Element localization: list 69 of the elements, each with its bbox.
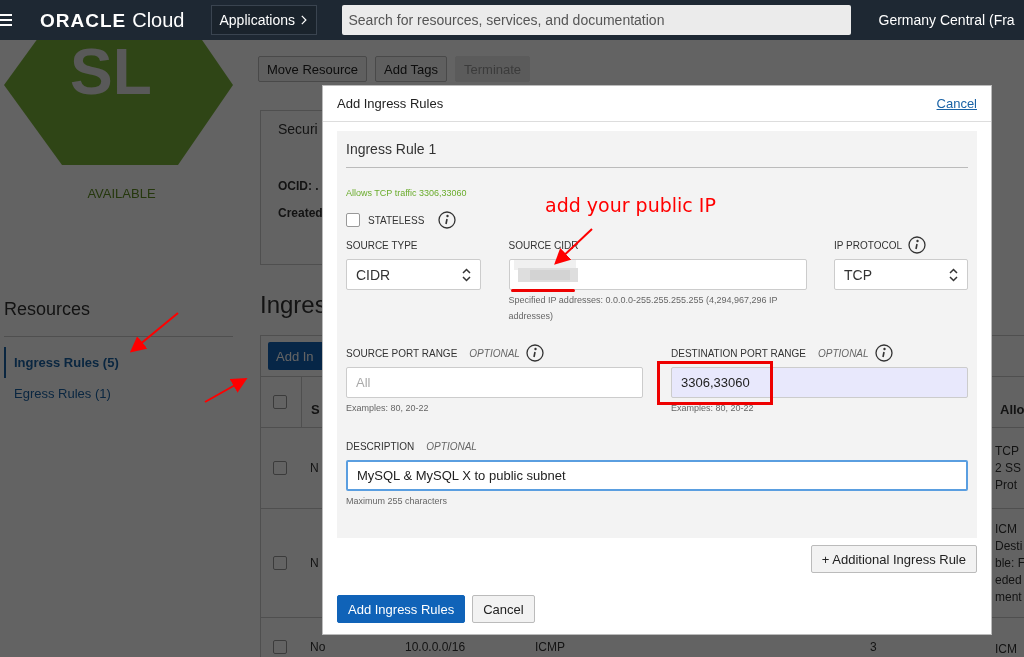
column-header: Allo: [1000, 401, 1024, 417]
resources-heading: Resources: [4, 299, 233, 337]
field-label: SOURCE PORT RANGE: [346, 347, 458, 359]
resource-initials: SL: [70, 40, 152, 104]
row-checkbox[interactable]: [273, 461, 287, 475]
cancel-button[interactable]: Cancel: [472, 595, 535, 623]
destination-port-field[interactable]: 3306,33060: [671, 367, 968, 398]
rule-summary: Allows TCP traffic 3306,33060: [346, 188, 468, 198]
menu-icon[interactable]: [0, 13, 12, 27]
ip-protocol-select[interactable]: TCP: [834, 259, 968, 290]
table-cell-line: Prot: [995, 476, 1017, 494]
logo-product: Cloud: [132, 8, 185, 32]
help-text: Specified IP addresses: 0.0.0.0-255.255.255.255 (4,294,967,296 IP addresses): [508, 294, 779, 323]
cancel-link[interactable]: Cancel: [936, 96, 977, 111]
status-label: AVAILABLE: [86, 186, 157, 201]
table-cell: ICMP: [535, 640, 565, 654]
underline-annotation: [511, 289, 575, 293]
field-label: DESCRIPTION: [346, 440, 415, 452]
table-cell: 10.0.0.0/16: [405, 640, 466, 654]
checkbox[interactable]: [273, 395, 287, 409]
table-cell-line: ICM: [995, 640, 1017, 657]
dialog-title: Add Ingress Rules: [337, 96, 444, 111]
row-checkbox[interactable]: [273, 556, 287, 570]
updown-caret-icon: [462, 267, 471, 282]
info-icon[interactable]: [438, 211, 457, 229]
table-cell-line: ble: F: [995, 554, 1024, 572]
updown-caret-icon: [949, 267, 958, 282]
source-cidr-field[interactable]: [508, 259, 807, 290]
additional-rule-button[interactable]: + Additional Ingress Rule: [810, 545, 977, 573]
field-label: SOURCE TYPE: [346, 239, 418, 251]
table-cell: No: [310, 640, 326, 654]
info-icon[interactable]: [874, 344, 893, 362]
detail-label: OCID: .: [278, 179, 319, 193]
field-label: DESTINATION PORT RANGE: [671, 347, 807, 359]
table-cell-line: eded: [995, 571, 1022, 589]
table-cell: N: [310, 556, 319, 570]
table-cell-line: ICM: [995, 520, 1017, 538]
search-field[interactable]: Search for resources, services, and documentation: [341, 5, 851, 35]
stateless-checkbox[interactable]: [346, 213, 360, 227]
column-header: S: [311, 401, 320, 417]
chevron-icon: [301, 14, 308, 26]
rule-title: Ingress Rule 1: [346, 141, 968, 168]
table-cell-line: ment: [995, 588, 1022, 606]
table-cell-line: TCP: [995, 442, 1019, 460]
card-title: Securi: [278, 121, 319, 137]
table-cell-line: 2 SS: [995, 459, 1021, 477]
detail-label: Created: [278, 206, 323, 220]
optional-label: OPTIONAL: [426, 440, 477, 452]
help-text: Examples: 80, 20-22: [671, 402, 755, 415]
source-port-field[interactable]: All: [346, 367, 643, 398]
table-cell-line: Desti: [995, 537, 1023, 555]
description-field[interactable]: MySQL & MySQL X to public subnet: [346, 460, 968, 491]
applications-button[interactable]: Applications: [210, 5, 317, 35]
source-type-select[interactable]: CIDR: [346, 259, 481, 290]
logo-brand: ORACLE: [40, 9, 127, 32]
table-cell: N: [310, 461, 319, 475]
info-icon[interactable]: [908, 236, 926, 254]
field-label: STATELESS: [368, 214, 425, 226]
optional-label: OPTIONAL: [818, 347, 869, 359]
field-label: IP PROTOCOL: [834, 239, 902, 251]
help-text: Examples: 80, 20-22: [346, 402, 430, 415]
help-text: Maximum 255 characters: [346, 495, 449, 508]
row-checkbox[interactable]: [273, 640, 287, 654]
table-cell: 3: [870, 640, 877, 654]
info-icon[interactable]: [525, 344, 544, 362]
add-ingress-rules-button[interactable]: Add Ingress Rules: [337, 595, 466, 623]
annotation-note: add your public IP: [545, 194, 716, 216]
region-selector[interactable]: Germany Central (Fra: [878, 12, 1015, 28]
optional-label: OPTIONAL: [469, 347, 520, 359]
